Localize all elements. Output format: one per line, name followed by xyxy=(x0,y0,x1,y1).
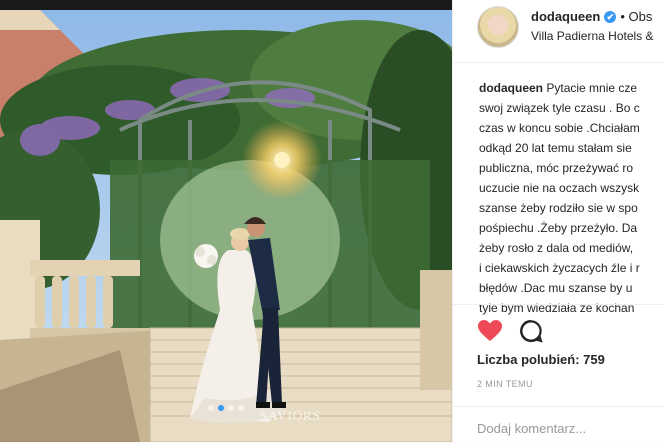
likes-count[interactable]: Liczba polubień: 759 xyxy=(477,352,605,367)
post-photo[interactable]: SAVIORS xyxy=(0,10,452,442)
username-link[interactable]: dodaqueen xyxy=(531,9,600,24)
caption-line: swoj związek tyle czasu . Bo c xyxy=(479,101,640,115)
caption-line: uczucie nie na oczach wszysk xyxy=(479,181,640,195)
top-strip xyxy=(0,0,452,10)
add-comment-field[interactable]: Dodaj komentarz... xyxy=(453,406,664,443)
caption-line: dodaqueen Pytacie mnie cze xyxy=(479,78,664,98)
caption-line: pośpiechu .Żeby przeżyło. Da xyxy=(479,221,638,235)
instagram-post: SAVIORS dodaqueen ✔ • Obs Villa Padierna H… xyxy=(0,0,664,442)
carousel-indicator[interactable] xyxy=(0,398,452,416)
photo-watermark: SAVIORS xyxy=(260,408,321,423)
username-row: dodaqueen ✔ • Obs xyxy=(531,9,652,24)
comment-icon[interactable] xyxy=(519,319,543,348)
caption-username[interactable]: dodaqueen xyxy=(479,81,543,95)
verified-icon: ✔ xyxy=(604,11,617,23)
caption-line: błędów .Dac mu szanse by u xyxy=(479,281,633,295)
post-sidebar: dodaqueen ✔ • Obs Villa Padierna Hotels & … xyxy=(452,0,664,442)
post-header: dodaqueen ✔ • Obs Villa Padierna Hotels & xyxy=(453,0,664,63)
carousel-dot[interactable] xyxy=(238,405,244,411)
post-timestamp[interactable]: 2 MIN TEMU xyxy=(477,379,533,389)
caption-line: publiczna, móc przeżywać ro xyxy=(479,161,634,175)
caption-text: Pytacie mnie cze xyxy=(546,81,638,95)
caption-line: szanse żeby rodziło sie w spo xyxy=(479,201,638,215)
caption-line: odkąd 20 lat temu stałam sie xyxy=(479,141,632,155)
avatar[interactable] xyxy=(477,6,519,48)
carousel-dot[interactable] xyxy=(228,405,234,411)
post-caption: dodaqueen Pytacie mnie cze swoj związek … xyxy=(479,78,664,318)
caption-line: czas w koncu sobie .Chciałam xyxy=(479,121,640,135)
follow-button[interactable]: • Obs xyxy=(620,9,652,24)
location-link[interactable]: Villa Padierna Hotels & xyxy=(531,29,654,43)
wedding-photo-illustration xyxy=(0,10,452,442)
carousel-dot-active[interactable] xyxy=(218,405,224,411)
carousel-dot[interactable] xyxy=(208,405,214,411)
caption-line: i ciekawskich życzacych źle i r xyxy=(479,261,640,275)
caption-line: żeby rosło z dala od mediów, xyxy=(479,241,634,255)
action-bar xyxy=(453,304,664,351)
heart-icon[interactable] xyxy=(477,319,503,348)
add-comment-placeholder[interactable]: Dodaj komentarz... xyxy=(477,421,586,436)
